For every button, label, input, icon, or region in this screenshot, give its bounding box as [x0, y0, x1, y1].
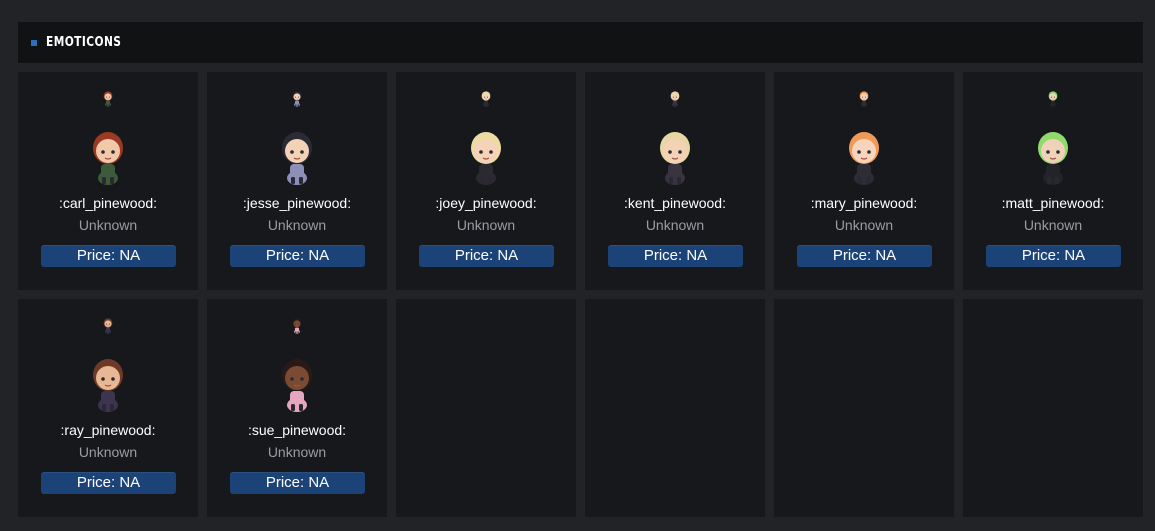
empty-slot	[963, 299, 1143, 517]
emoticon-preview-icon	[455, 124, 517, 186]
empty-slot	[585, 299, 765, 517]
emoticon-code: :kent_pinewood:	[624, 195, 726, 211]
emoticon-small-icon	[855, 89, 873, 107]
emoticon-preview-icon	[77, 124, 139, 186]
emoticon-small-icon	[1044, 89, 1062, 107]
emoticon-card[interactable]: :ray_pinewood: Unknown Price: NA	[18, 299, 198, 517]
price-button[interactable]: Price: NA	[419, 245, 554, 267]
empty-slot	[396, 299, 576, 517]
emoticon-status: Unknown	[78, 444, 138, 460]
emoticon-status: Unknown	[267, 217, 327, 233]
empty-slot	[774, 299, 954, 517]
emoticon-code: :jesse_pinewood:	[242, 195, 352, 211]
emoticon-small-icon	[477, 89, 495, 107]
emoticon-status: Unknown	[267, 444, 327, 460]
emoticon-code: :matt_pinewood:	[1001, 195, 1105, 211]
emoticon-preview-icon	[77, 351, 139, 413]
price-button[interactable]: Price: NA	[797, 245, 932, 267]
emoticon-card[interactable]: :jesse_pinewood: Unknown Price: NA	[207, 72, 387, 290]
emoticon-code: :ray_pinewood:	[60, 422, 156, 438]
square-bullet-icon	[31, 39, 37, 46]
price-button[interactable]: Price: NA	[986, 245, 1121, 267]
emoticon-preview-icon	[644, 124, 706, 186]
price-button[interactable]: Price: NA	[41, 245, 176, 267]
emoticon-code: :joey_pinewood:	[435, 195, 537, 211]
emoticon-preview-icon	[266, 351, 328, 413]
emoticon-card[interactable]: :joey_pinewood: Unknown Price: NA	[396, 72, 576, 290]
section-header: EMOTICONS	[18, 22, 1143, 63]
emoticon-status: Unknown	[1023, 217, 1083, 233]
emoticon-code: :mary_pinewood:	[810, 195, 918, 211]
emoticon-card[interactable]: :sue_pinewood: Unknown Price: NA	[207, 299, 387, 517]
emoticon-status: Unknown	[456, 217, 516, 233]
section-title: EMOTICONS	[46, 35, 122, 50]
emoticon-card[interactable]: :kent_pinewood: Unknown Price: NA	[585, 72, 765, 290]
emoticon-card[interactable]: :carl_pinewood: Unknown Price: NA	[18, 72, 198, 290]
emoticon-card[interactable]: :matt_pinewood: Unknown Price: NA	[963, 72, 1143, 290]
price-button[interactable]: Price: NA	[41, 472, 176, 494]
emoticon-small-icon	[288, 89, 306, 107]
emoticon-small-icon	[288, 316, 306, 334]
emoticon-preview-icon	[833, 124, 895, 186]
emoticon-status: Unknown	[834, 217, 894, 233]
emoticon-preview-icon	[1022, 124, 1084, 186]
emoticon-small-icon	[666, 89, 684, 107]
price-button[interactable]: Price: NA	[608, 245, 743, 267]
emoticon-status: Unknown	[78, 217, 138, 233]
emoticon-small-icon	[99, 316, 117, 334]
emoticon-small-icon	[99, 89, 117, 107]
emoticon-code: :carl_pinewood:	[58, 195, 158, 211]
emoticon-grid: :carl_pinewood: Unknown Price: NA :jesse_p…	[18, 72, 1143, 517]
emoticon-card[interactable]: :mary_pinewood: Unknown Price: NA	[774, 72, 954, 290]
price-button[interactable]: Price: NA	[230, 472, 365, 494]
emoticon-preview-icon	[266, 124, 328, 186]
emoticon-code: :sue_pinewood:	[247, 422, 347, 438]
price-button[interactable]: Price: NA	[230, 245, 365, 267]
emoticon-status: Unknown	[645, 217, 705, 233]
